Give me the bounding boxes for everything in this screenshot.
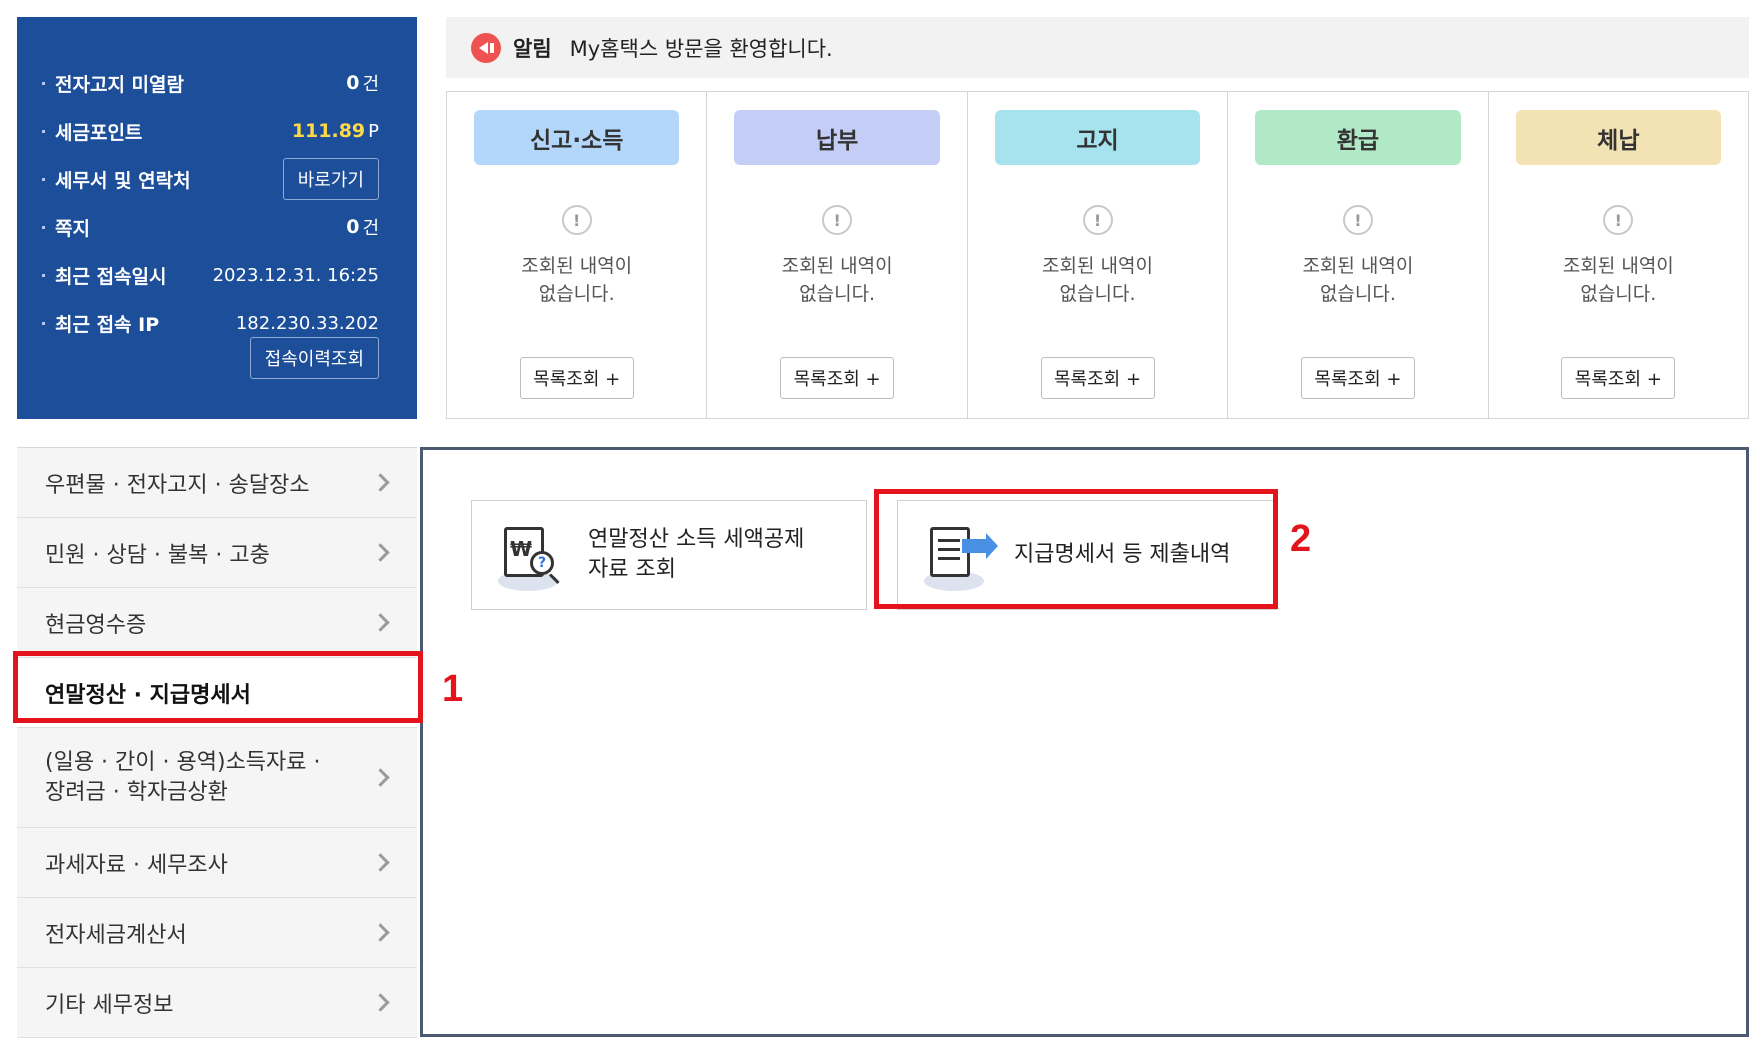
bullet-icon <box>42 129 45 133</box>
empty-message: 조회된 내역이 없습니다. <box>781 255 893 305</box>
tax-office-shortcut-button[interactable]: 바로가기 <box>282 158 379 200</box>
last-login-ip-label: 최근 접속 IP <box>55 313 160 336</box>
status-card-refund: 환급 ! 조회된 내역이 없습니다. 목록조회 + <box>1228 92 1489 418</box>
notes-label: 쪽지 <box>55 217 90 240</box>
exclamation-icon: ! <box>561 205 592 235</box>
submenu-content-panel: ₩ ? 연말정산 소득 세액공제 자료 조회 지급명세서 등 제출내역 <box>420 447 1749 1037</box>
payment-statement-submission-card[interactable]: 지급명세서 등 제출내역 <box>897 500 1277 610</box>
status-tab-notice[interactable]: 고지 <box>994 110 1201 165</box>
tax-points-value[interactable]: 111.89 <box>292 120 365 142</box>
menu-item-label: 연말정산 · 지급명세서 <box>45 682 251 708</box>
login-history-button[interactable]: 접속이력조회 <box>249 337 379 379</box>
last-login-time-value: 2023.12.31. 16:25 <box>212 264 379 286</box>
document-submit-icon <box>920 519 998 591</box>
menu-item-year-end-settlement[interactable]: 연말정산 · 지급명세서 <box>17 658 417 728</box>
menu-item-mail-notice[interactable]: 우편물 · 전자고지 · 송달장소 <box>17 448 417 518</box>
chevron-right-icon <box>371 922 390 942</box>
document-search-icon: ₩ ? <box>494 519 566 591</box>
list-view-button[interactable]: 목록조회 + <box>1040 357 1155 399</box>
side-menu: 우편물 · 전자고지 · 송달장소 민원 · 상담 · 불복 · 고충 현금영수… <box>17 447 417 1042</box>
empty-message: 조회된 내역이 없습니다. <box>1562 255 1674 305</box>
status-summary-grid: 신고·소득 ! 조회된 내역이 없습니다. 목록조회 + 납부 ! 조회된 내역이… <box>446 91 1749 419</box>
exclamation-icon: ! <box>822 205 853 235</box>
tax-points-row: 세금포인트 111.89 P <box>42 111 379 151</box>
status-tab-refund[interactable]: 환급 <box>1255 110 1461 165</box>
notice-text[interactable]: My홈택스 방문을 환영합니다. <box>570 33 833 63</box>
step-number-1: 1 <box>442 668 464 710</box>
bullet-icon <box>42 81 45 85</box>
bullet-icon <box>42 273 45 277</box>
status-card-payment: 납부 ! 조회된 내역이 없습니다. 목록조회 + <box>707 92 968 418</box>
menu-item-other-tax-info[interactable]: 기타 세무정보 <box>17 968 417 1038</box>
notes-row: 쪽지 0 건 <box>42 207 379 247</box>
tax-office-row: 세무서 및 연락처 바로가기 <box>42 158 379 200</box>
chevron-right-icon <box>371 472 390 492</box>
last-login-ip-value: 182.230.33.202 <box>235 312 379 334</box>
unread-notice-row: 전자고지 미열람 0 건 <box>42 63 379 103</box>
menu-item-label: 우편물 · 전자고지 · 송달장소 <box>45 472 310 498</box>
exclamation-icon: ! <box>1342 205 1373 235</box>
tax-office-label: 세무서 및 연락처 <box>55 169 191 192</box>
status-card-filing: 신고·소득 ! 조회된 내역이 없습니다. 목록조회 + <box>447 92 708 418</box>
empty-message: 조회된 내역이 없습니다. <box>521 255 633 305</box>
card-label: 연말정산 소득 세액공제 자료 조회 <box>588 527 805 582</box>
bullet-icon <box>42 225 45 229</box>
notes-count[interactable]: 0 <box>346 216 359 238</box>
status-card-notice: 고지 ! 조회된 내역이 없습니다. 목록조회 + <box>968 92 1229 418</box>
menu-item-label: (일용 · 간이 · 용역)소득자료 · 장려금 · 학자금상환 <box>45 749 321 805</box>
menu-item-label: 현금영수증 <box>45 612 147 638</box>
chevron-right-icon <box>371 542 390 562</box>
unread-notice-label: 전자고지 미열람 <box>55 73 184 96</box>
menu-item-e-tax-invoice[interactable]: 전자세금계산서 <box>17 898 417 968</box>
notice-title: 알림 <box>513 36 552 61</box>
menu-item-label: 민원 · 상담 · 불복 · 고충 <box>45 542 270 568</box>
chevron-right-icon <box>371 612 390 632</box>
last-login-time-row: 최근 접속일시 2023.12.31. 16:25 <box>42 255 379 295</box>
bullet-icon <box>42 177 45 181</box>
unread-notice-count[interactable]: 0 <box>346 72 359 94</box>
chevron-right-icon <box>371 852 390 872</box>
status-card-arrears: 체납 ! 조회된 내역이 없습니다. 목록조회 + <box>1489 92 1748 418</box>
empty-message: 조회된 내역이 없습니다. <box>1042 255 1153 305</box>
unread-notice-unit: 건 <box>362 74 379 95</box>
list-view-button[interactable]: 목록조회 + <box>519 357 634 399</box>
notes-unit: 건 <box>362 218 379 239</box>
chevron-right-icon <box>371 992 390 1012</box>
status-tab-filing[interactable]: 신고·소득 <box>474 110 680 165</box>
list-view-button[interactable]: 목록조회 + <box>1300 357 1415 399</box>
exclamation-icon: ! <box>1603 205 1634 235</box>
chevron-right-icon <box>371 767 390 787</box>
megaphone-icon <box>471 32 501 63</box>
menu-item-cash-receipt[interactable]: 현금영수증 <box>17 588 417 658</box>
menu-item-label: 전자세금계산서 <box>45 922 187 948</box>
step-number-2: 2 <box>1290 518 1312 560</box>
menu-item-income-data[interactable]: (일용 · 간이 · 용역)소득자료 · 장려금 · 학자금상환 <box>17 728 417 828</box>
tax-points-label: 세금포인트 <box>55 121 143 144</box>
last-login-time-label: 최근 접속일시 <box>55 265 167 288</box>
menu-item-tax-audit[interactable]: 과세자료 · 세무조사 <box>17 828 417 898</box>
tax-points-unit: P <box>368 120 379 142</box>
bullet-icon <box>42 321 45 325</box>
exclamation-icon: ! <box>1082 205 1113 235</box>
card-label: 지급명세서 등 제출내역 <box>1014 542 1231 567</box>
list-view-button[interactable]: 목록조회 + <box>1561 357 1676 399</box>
empty-message: 조회된 내역이 없습니다. <box>1302 255 1414 305</box>
list-view-button[interactable]: 목록조회 + <box>780 357 895 399</box>
menu-item-label: 기타 세무정보 <box>45 992 174 1018</box>
menu-item-label: 과세자료 · 세무조사 <box>45 852 228 878</box>
user-info-panel: 전자고지 미열람 0 건 세금포인트 111.89 P 세무서 및 연락처 바로… <box>17 17 417 419</box>
menu-item-civil-complaint[interactable]: 민원 · 상담 · 불복 · 고충 <box>17 518 417 588</box>
year-end-deduction-lookup-card[interactable]: ₩ ? 연말정산 소득 세액공제 자료 조회 <box>471 500 867 610</box>
notice-bar: 알림 My홈택스 방문을 환영합니다. <box>446 17 1749 78</box>
status-tab-payment[interactable]: 납부 <box>734 110 940 165</box>
status-tab-arrears[interactable]: 체납 <box>1515 110 1722 165</box>
